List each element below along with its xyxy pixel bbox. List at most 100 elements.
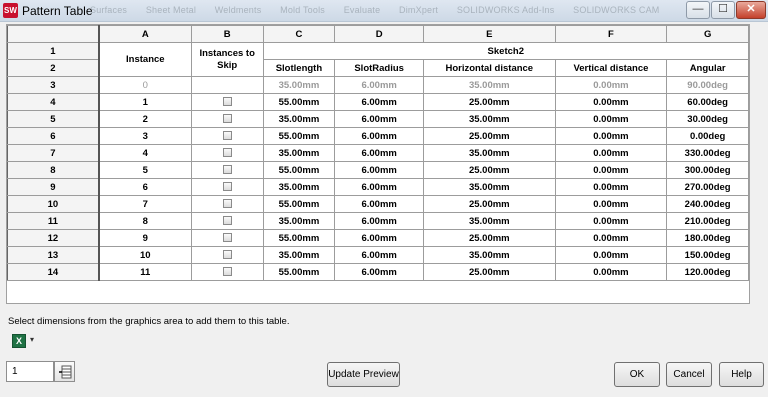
horizontal-cell[interactable]: 35.00mm (422, 144, 556, 162)
vertical-cell[interactable]: 0.00mm (554, 195, 668, 213)
add-rows-button[interactable] (54, 361, 75, 382)
horizontal-cell[interactable]: 25.00mm (422, 263, 556, 281)
row-count-input[interactable]: 1 (6, 361, 54, 382)
horizontal-cell[interactable]: 25.00mm (422, 161, 556, 179)
angular-cell[interactable]: 180.00deg (666, 229, 749, 247)
slotradius-cell[interactable]: 6.00mm (334, 127, 424, 145)
skip-checkbox[interactable] (222, 199, 232, 209)
skip-checkbox[interactable] (222, 148, 232, 158)
slotradius-cell[interactable]: 6.00mm (334, 93, 424, 111)
slotlength-cell[interactable]: 35.00mm (262, 178, 336, 196)
slotradius-cell[interactable]: 6.00mm (334, 110, 424, 128)
column-header-f[interactable]: F (554, 25, 668, 43)
row-header[interactable]: 13 (7, 246, 100, 264)
row-header[interactable]: 10 (7, 195, 100, 213)
cancel-button[interactable]: Cancel (666, 362, 712, 387)
angular-cell[interactable]: 270.00deg (666, 178, 749, 196)
slotlength-cell[interactable]: 55.00mm (262, 263, 336, 281)
skip-checkbox[interactable] (222, 97, 232, 107)
slotlength-cell[interactable]: 55.00mm (262, 93, 336, 111)
skip-cell[interactable] (190, 93, 264, 111)
horizontal-cell[interactable]: 25.00mm (422, 93, 556, 111)
angular-cell[interactable]: 90.00deg (666, 76, 749, 94)
slotradius-cell[interactable]: 6.00mm (334, 246, 424, 264)
angular-cell[interactable]: 60.00deg (666, 93, 749, 111)
slotradius-cell[interactable]: 6.00mm (334, 212, 424, 230)
slotradius-cell[interactable]: 6.00mm (334, 229, 424, 247)
update-preview-button[interactable]: Update Preview (327, 362, 400, 387)
row-header[interactable]: 12 (7, 229, 100, 247)
column-header-b[interactable]: B (190, 25, 264, 43)
slotlength-cell[interactable]: 35.00mm (262, 110, 336, 128)
instance-cell[interactable]: 10 (98, 246, 192, 264)
column-header-a[interactable]: A (98, 25, 192, 43)
horizontal-cell[interactable]: 35.00mm (422, 178, 556, 196)
slotlength-cell[interactable]: 35.00mm (262, 144, 336, 162)
slotradius-cell[interactable]: 6.00mm (334, 76, 424, 94)
instance-cell[interactable]: 9 (98, 229, 192, 247)
instance-cell[interactable]: 8 (98, 212, 192, 230)
row-header[interactable]: 9 (7, 178, 100, 196)
row-header[interactable]: 11 (7, 212, 100, 230)
instance-cell[interactable]: 4 (98, 144, 192, 162)
horizontal-cell[interactable]: 35.00mm (422, 76, 556, 94)
slotlength-cell[interactable]: 35.00mm (262, 212, 336, 230)
vertical-cell[interactable]: 0.00mm (554, 161, 668, 179)
angular-cell[interactable]: 30.00deg (666, 110, 749, 128)
skip-cell[interactable] (190, 144, 264, 162)
angular-cell[interactable]: 120.00deg (666, 263, 749, 281)
slotlength-cell[interactable]: 35.00mm (262, 76, 336, 94)
horizontal-cell[interactable]: 25.00mm (422, 229, 556, 247)
skip-cell[interactable] (190, 178, 264, 196)
vertical-cell[interactable]: 0.00mm (554, 178, 668, 196)
row-header[interactable]: 6 (7, 127, 100, 145)
column-header-e[interactable]: E (422, 25, 556, 43)
slotlength-cell[interactable]: 35.00mm (262, 246, 336, 264)
vertical-cell[interactable]: 0.00mm (554, 263, 668, 281)
minimize-button[interactable]: — (686, 1, 710, 19)
excel-export-icon[interactable]: X (12, 334, 26, 348)
column-header-c[interactable]: C (262, 25, 336, 43)
horizontal-cell[interactable]: 25.00mm (422, 195, 556, 213)
instance-cell[interactable]: 0 (98, 76, 192, 94)
row-header[interactable]: 7 (7, 144, 100, 162)
vertical-cell[interactable]: 0.00mm (554, 144, 668, 162)
row-header[interactable]: 4 (7, 93, 100, 111)
maximize-button[interactable]: ☐ (711, 1, 735, 19)
vertical-cell[interactable]: 0.00mm (554, 212, 668, 230)
slotlength-cell[interactable]: 55.00mm (262, 127, 336, 145)
row-header-2[interactable]: 2 (7, 59, 100, 77)
instance-cell[interactable]: 5 (98, 161, 192, 179)
skip-cell[interactable] (190, 263, 264, 281)
skip-cell[interactable] (190, 195, 264, 213)
slotradius-cell[interactable]: 6.00mm (334, 144, 424, 162)
slotradius-cell[interactable]: 6.00mm (334, 178, 424, 196)
angular-cell[interactable]: 300.00deg (666, 161, 749, 179)
column-header-g[interactable]: G (666, 25, 749, 43)
dropdown-arrow-icon[interactable]: ▾ (30, 335, 34, 344)
horizontal-cell[interactable]: 35.00mm (422, 246, 556, 264)
row-header[interactable]: 3 (7, 76, 100, 94)
skip-cell[interactable] (190, 246, 264, 264)
instance-cell[interactable]: 7 (98, 195, 192, 213)
angular-cell[interactable]: 330.00deg (666, 144, 749, 162)
vertical-cell[interactable]: 0.00mm (554, 229, 668, 247)
ok-button[interactable]: OK (614, 362, 660, 387)
vertical-cell[interactable]: 0.00mm (554, 93, 668, 111)
row-header[interactable]: 14 (7, 263, 100, 281)
skip-cell[interactable] (190, 161, 264, 179)
vertical-cell[interactable]: 0.00mm (554, 127, 668, 145)
slotlength-cell[interactable]: 55.00mm (262, 229, 336, 247)
skip-checkbox[interactable] (222, 216, 232, 226)
row-header-1[interactable]: 1 (7, 42, 100, 60)
skip-cell[interactable] (190, 110, 264, 128)
vertical-cell[interactable]: 0.00mm (554, 246, 668, 264)
slotradius-cell[interactable]: 6.00mm (334, 161, 424, 179)
help-button[interactable]: Help (719, 362, 764, 387)
instance-cell[interactable]: 1 (98, 93, 192, 111)
skip-checkbox[interactable] (222, 131, 232, 141)
slotradius-cell[interactable]: 6.00mm (334, 263, 424, 281)
instance-cell[interactable]: 11 (98, 263, 192, 281)
angular-cell[interactable]: 240.00deg (666, 195, 749, 213)
row-header[interactable]: 5 (7, 110, 100, 128)
